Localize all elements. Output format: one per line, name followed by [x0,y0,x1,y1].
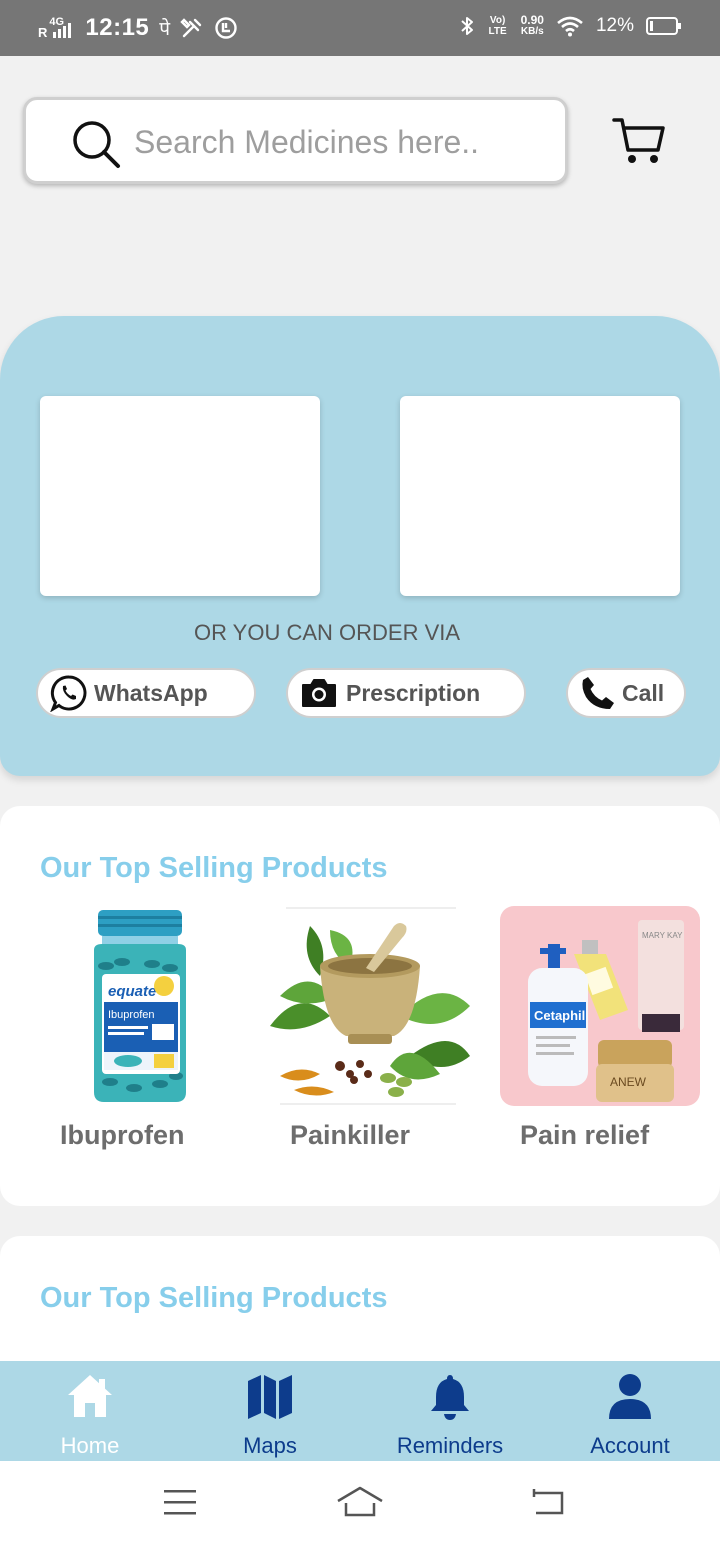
section-title: Our Top Selling Products [40,1282,388,1314]
user-icon [609,1374,651,1419]
top-selling-section: Our Top Selling Products equate Ibuprofe… [0,806,720,1206]
battery-icon [646,17,681,35]
whatsapp-icon [50,675,87,712]
search-icon [73,121,120,168]
product-card-ibuprofen[interactable]: equate Ibuprofen Ibuprofen [40,906,240,1150]
whatsapp-label: WhatsApp [94,679,208,706]
network-label: R [38,25,48,40]
status-bar: R 4G 12:15 पे Vo) LTE 0.90 KB/s 12% [0,0,720,56]
back-icon[interactable] [530,1487,568,1517]
product-card-pain-relief[interactable]: MARY KAY Cetaphil ANEW Pain relief [500,906,700,1150]
order-card-right[interactable] [400,396,680,596]
tools-icon [180,18,202,38]
prescription-button[interactable]: Prescription [286,668,526,718]
status-bar-right: Vo) LTE 0.90 KB/s 12% [459,14,682,38]
battery-percent: 12% [595,15,634,36]
whatsapp-button[interactable]: WhatsApp [36,668,256,718]
lte-label: Vo) LTE [488,15,507,37]
status-time: 12:15 [85,14,150,41]
phone-icon [582,677,614,709]
product-image-painkiller [270,906,470,1106]
system-navigation-bar [0,1461,720,1544]
home-nav-icon[interactable] [336,1485,384,1519]
image-text-ibuprofen: Ibuprofen [108,1009,154,1021]
image-text-cetaphil: Cetaphil [534,1008,585,1023]
wifi-icon [557,16,583,37]
search-bar[interactable] [23,97,568,184]
call-label: Call [622,679,665,706]
order-panel: OR YOU CAN ORDER VIA WhatsApp Prescripti… [0,316,720,776]
nav-reminders[interactable]: Reminders [360,1361,540,1461]
app-screen: R 4G 12:15 पे Vo) LTE 0.90 KB/s 12% Sear… [0,0,720,1544]
nav-account[interactable]: Account [540,1361,720,1461]
map-icon [248,1375,292,1419]
nav-maps[interactable]: Maps [180,1361,360,1461]
bottom-navigation: Home Maps Reminders Account [0,1361,720,1461]
status-bar-left: R 4G 12:15 पे [38,14,238,42]
product-name: Painkiller [290,1120,411,1150]
image-text-marykay: MARY KAY [642,931,683,940]
nav-home[interactable]: Home [0,1361,180,1461]
signal-icon: 4G [49,17,75,39]
menu-icon[interactable] [162,1487,198,1517]
camera-icon [302,679,336,707]
status-indicator-char: पे [159,19,171,40]
order-via-label: OR YOU CAN ORDER VIA [193,620,461,645]
product-name: Ibuprofen [60,1120,185,1150]
section-title: Our Top Selling Products [40,852,388,884]
nav-home-label: Home [60,1433,120,1458]
call-button[interactable]: Call [566,668,686,718]
nav-maps-label: Maps [243,1433,297,1458]
bell-icon [431,1375,469,1420]
image-text-equate: equate [108,983,156,1000]
home-icon [68,1375,112,1417]
product-card-painkiller[interactable]: Painkiller [270,906,470,1150]
product-image-ibuprofen: equate Ibuprofen [40,906,240,1106]
product-image-pain-relief: MARY KAY Cetaphil ANEW [500,906,700,1106]
prescription-label: Prescription [346,679,481,706]
order-card-left[interactable] [40,396,320,596]
nav-account-label: Account [590,1433,670,1458]
cart-icon[interactable] [612,116,666,166]
bluetooth-icon [460,17,473,35]
net-speed-unit: KB/s [520,26,544,37]
nav-reminders-label: Reminders [396,1433,504,1458]
search-input[interactable] [134,120,534,164]
image-text-anew: ANEW [610,1075,647,1089]
product-name: Pain relief [520,1120,650,1150]
signal-indicator: R 4G [38,17,75,39]
net-speed: 0.90 KB/s [520,13,544,37]
net-speed-value: 0.90 [520,13,544,27]
app-notification-icon [215,17,237,39]
